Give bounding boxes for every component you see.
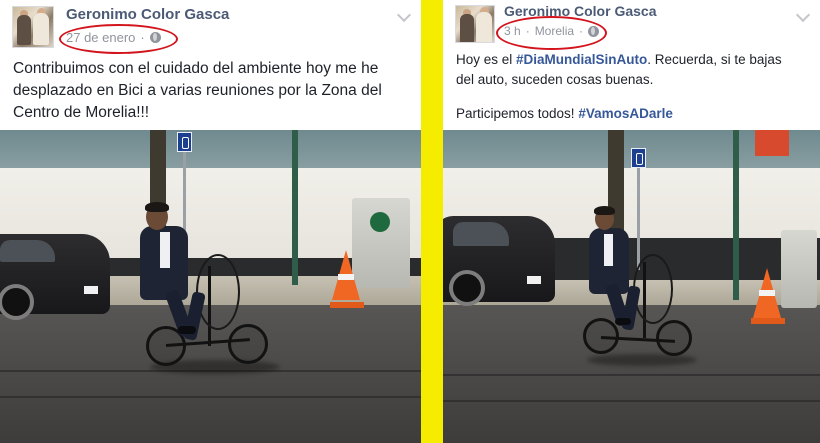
red-awning <box>755 130 789 156</box>
hashtag-link[interactable]: #VamosADarle <box>578 106 673 121</box>
avatar-figure <box>476 12 492 42</box>
red-highlight-oval <box>59 24 178 54</box>
post-text-line: desplazado en Bici a varias reuniones po… <box>13 82 382 99</box>
recycling-bin <box>352 198 410 288</box>
facebook-post-right: Geronimo Color Gasca 3 h · Morelia · Hoy… <box>443 0 820 443</box>
rider-hair <box>594 206 615 215</box>
cone-base <box>751 318 785 324</box>
post-text-line: Centro de Morelia!!! <box>13 104 150 121</box>
black-car <box>0 234 110 320</box>
author-name-link[interactable]: Geronimo Color Gasca <box>66 6 229 23</box>
rider-shirt <box>604 234 613 266</box>
text-fragment: Participemos todos! <box>456 106 579 121</box>
road-crack <box>443 374 820 376</box>
text-fragment: . Recuerda, si te bajas <box>647 52 782 67</box>
car-window <box>453 222 509 246</box>
avatar-figure <box>33 13 49 45</box>
bicycle-sign-icon <box>631 148 646 168</box>
cone-band <box>338 274 354 280</box>
rider-shadow <box>587 354 697 366</box>
facebook-post-left: Geronimo Color Gasca 27 de enero · Contr… <box>0 0 421 443</box>
cone-base <box>330 302 364 308</box>
post-photo[interactable] <box>443 130 820 443</box>
bin-logo-icon <box>370 212 390 232</box>
car-wheel <box>449 270 485 306</box>
bicycle-sign-icon <box>177 132 192 152</box>
bike-front-wheel <box>228 324 268 364</box>
black-car <box>443 216 555 306</box>
road-crack <box>443 400 820 402</box>
post-text: Contribuimos con el cuidado del ambiente… <box>13 58 409 124</box>
bike-front-wheel <box>656 320 692 356</box>
post-text-line: Participemos todos! #VamosADarle <box>456 104 808 124</box>
rider-shoe <box>615 318 631 325</box>
post-text: Hoy es el #DiaMundialSinAuto. Recuerda, … <box>456 50 808 124</box>
post-text-line: del auto, suceden cosas buenas. <box>456 72 654 87</box>
road-crack <box>0 396 421 398</box>
rider-shoe <box>178 326 196 334</box>
author-avatar[interactable] <box>12 6 54 48</box>
car-plate <box>527 276 541 284</box>
post-photo[interactable] <box>0 130 421 443</box>
cone-band <box>759 290 775 296</box>
rider-shirt <box>160 232 170 268</box>
bike-handlebar <box>196 254 240 330</box>
avatar-figure <box>460 14 474 42</box>
author-avatar[interactable] <box>455 5 495 43</box>
post-text-line: Hoy es el #DiaMundialSinAuto. Recuerda, … <box>456 50 808 70</box>
chevron-down-icon[interactable] <box>795 7 811 23</box>
chevron-down-icon[interactable] <box>396 7 412 23</box>
hashtag-link[interactable]: #DiaMundialSinAuto <box>516 52 647 67</box>
author-name-link[interactable]: Geronimo Color Gasca <box>504 3 656 19</box>
rider-hair <box>145 202 169 212</box>
car-plate <box>84 286 98 294</box>
sign-pole <box>637 150 640 270</box>
yellow-divider <box>421 0 443 443</box>
photo-sky <box>0 130 421 172</box>
post-text-line: Contribuimos con el cuidado del ambiente… <box>13 60 379 77</box>
text-fragment: Hoy es el <box>456 52 517 67</box>
car-window <box>0 240 55 262</box>
red-highlight-oval <box>496 16 607 50</box>
street-pole <box>292 130 298 285</box>
street-pole <box>733 130 739 300</box>
avatar-figure <box>17 15 31 45</box>
recycling-bin <box>781 230 817 308</box>
